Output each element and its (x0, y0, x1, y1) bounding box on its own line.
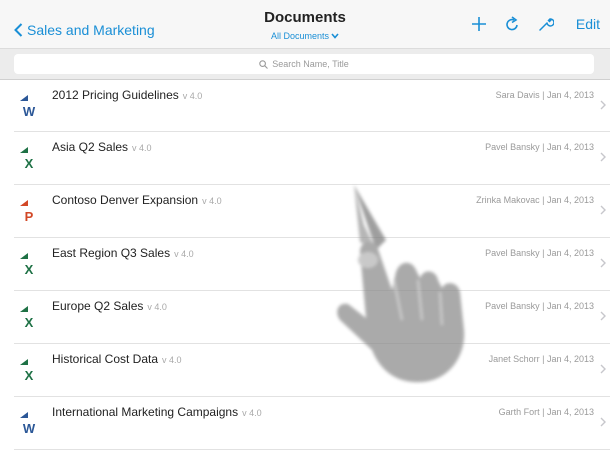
excel-document-icon: X (19, 357, 39, 383)
chevron-right-icon (600, 417, 606, 427)
navigation-bar: Sales and Marketing Documents All Docume… (0, 0, 610, 48)
search-icon (259, 59, 269, 69)
document-version: v 4.0 (132, 143, 152, 153)
powerpoint-document-icon: P (19, 198, 39, 224)
document-meta: Zrinka Makovac | Jan 4, 2013 (476, 195, 594, 205)
search-bar: Search Name, Title (0, 48, 610, 80)
back-label: Sales and Marketing (27, 22, 155, 38)
back-button[interactable]: Sales and Marketing (14, 20, 155, 40)
svg-text:X: X (25, 315, 34, 330)
add-button[interactable] (471, 16, 487, 32)
document-meta: Pavel Bansky | Jan 4, 2013 (485, 142, 594, 152)
chevron-right-icon (600, 258, 606, 268)
chevron-right-icon (600, 205, 606, 215)
list-item[interactable]: P Contoso Denver Expansion v 4.0 Zrinka M… (14, 185, 610, 238)
chevron-left-icon (14, 23, 23, 37)
view-selector-label: All Documents (270, 31, 330, 41)
document-meta: Garth Fort | Jan 4, 2013 (498, 407, 594, 417)
document-version: v 4.0 (182, 91, 203, 101)
document-name: Europe Q2 Sales (52, 299, 144, 313)
wrench-icon (539, 18, 554, 31)
svg-text:X: X (25, 262, 34, 277)
list-item[interactable]: X Europe Q2 Sales v 4.0 Pavel Bansky | Ja… (14, 291, 610, 344)
document-version: v 4.0 (202, 196, 222, 206)
list-item[interactable]: X East Region Q3 Sales v 4.0 Pavel Bansky… (14, 238, 610, 291)
chevron-right-icon (600, 100, 606, 110)
document-meta: Janet Schorr | Jan 4, 2013 (488, 354, 594, 364)
chevron-right-icon (600, 152, 606, 162)
document-meta: Pavel Bansky | Jan 4, 2013 (485, 301, 594, 311)
edit-button[interactable]: Edit (576, 16, 600, 32)
list-item[interactable]: W 2012 Pricing Guidelines v 4.0 Sara Davi… (14, 80, 610, 132)
refresh-button[interactable] (505, 16, 520, 32)
search-input[interactable]: Search Name, Title (14, 54, 594, 74)
chevron-right-icon (600, 364, 606, 374)
excel-document-icon: X (19, 251, 39, 277)
document-name: 2012 Pricing Guidelines (52, 88, 179, 102)
document-list: W 2012 Pricing Guidelines v 4.0 Sara Davi… (0, 80, 610, 450)
settings-button[interactable] (538, 16, 554, 32)
document-version: v 4.0 (174, 249, 194, 259)
document-name: Asia Q2 Sales (52, 140, 129, 154)
document-version: v 4.0 (147, 302, 167, 312)
svg-text:X: X (25, 368, 34, 383)
document-meta: Sara Davis | Jan 4, 2013 (495, 90, 594, 100)
svg-text:W: W (23, 421, 36, 436)
document-name: Contoso Denver Expansion (52, 193, 199, 207)
refresh-icon (506, 16, 518, 31)
chevron-right-icon (600, 311, 606, 321)
svg-text:X: X (25, 156, 34, 171)
list-item[interactable]: W International Marketing Campaigns v 4.0… (14, 397, 610, 450)
excel-document-icon: X (19, 145, 39, 171)
document-version: v 4.0 (162, 355, 182, 365)
document-meta: Pavel Bansky | Jan 4, 2013 (485, 248, 594, 258)
list-item[interactable]: X Asia Q2 Sales v 4.0 Pavel Bansky | Jan … (14, 132, 610, 185)
search-placeholder: Search Name, Title (272, 59, 349, 69)
chevron-down-icon (331, 33, 339, 39)
word-document-icon: W (19, 93, 39, 119)
excel-document-icon: X (19, 304, 39, 330)
plus-icon (471, 17, 486, 31)
svg-text:W: W (23, 104, 36, 119)
document-name: East Region Q3 Sales (52, 246, 171, 260)
view-selector[interactable]: All Documents (271, 31, 339, 41)
word-document-icon: W (19, 410, 39, 436)
document-name: International Marketing Campaigns (52, 405, 239, 419)
document-name: Historical Cost Data (52, 352, 159, 366)
svg-text:P: P (25, 209, 34, 224)
document-version: v 4.0 (242, 408, 262, 418)
list-item[interactable]: X Historical Cost Data v 4.0 Janet Schorr… (14, 344, 610, 397)
